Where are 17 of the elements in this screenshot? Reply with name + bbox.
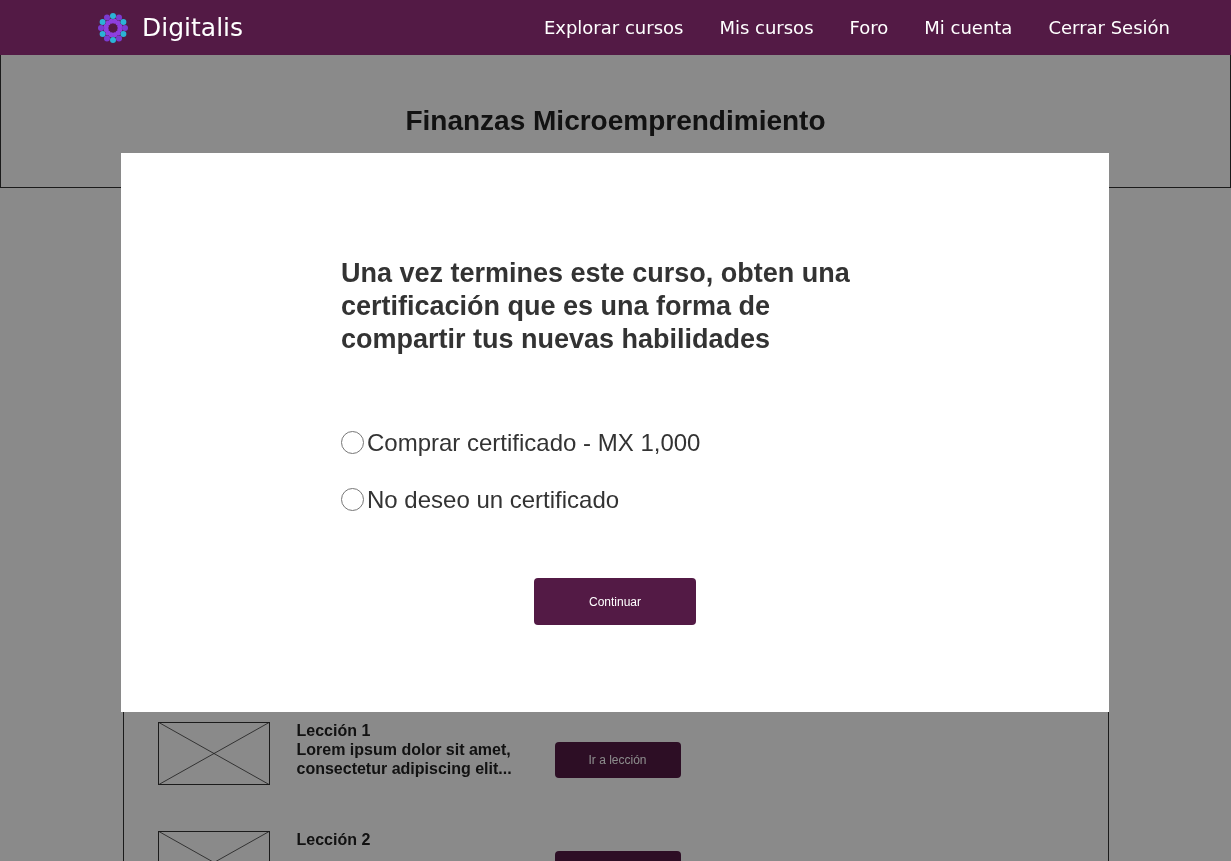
nav-link[interactable]: Mi cuenta bbox=[924, 17, 1013, 38]
image-placeholder-icon bbox=[157, 722, 270, 785]
nav-link[interactable]: Explorar cursos bbox=[543, 17, 684, 38]
dialog-question: Una vez termines este curso, obten una certificación que es una forma de compartir tus nuevas habilidades bbox=[341, 257, 851, 356]
nav-link[interactable]: Mis cursos bbox=[719, 17, 814, 38]
go-to-lesson-button[interactable]: Ir a lección bbox=[554, 742, 681, 778]
lesson-title: Lección 2 bbox=[296, 831, 372, 849]
option-label: Comprar certificado - MX 1,000 bbox=[367, 428, 701, 457]
nav-link[interactable]: Cerrar Sesión bbox=[1048, 17, 1170, 38]
lesson-description: Lorem ipsum dolor sit amet, consectetur adipiscing elit... bbox=[296, 740, 513, 778]
brand-name: Digitalis bbox=[142, 13, 244, 42]
option-label: No deseo un certificado bbox=[367, 485, 620, 514]
logo-icon bbox=[97, 11, 129, 44]
continue-button[interactable]: Continuar bbox=[534, 578, 696, 625]
course-title: Finanzas Microemprendimiento bbox=[405, 105, 826, 138]
lesson-title: Lección 1 bbox=[296, 722, 372, 740]
nav-link[interactable]: Foro bbox=[849, 17, 889, 38]
